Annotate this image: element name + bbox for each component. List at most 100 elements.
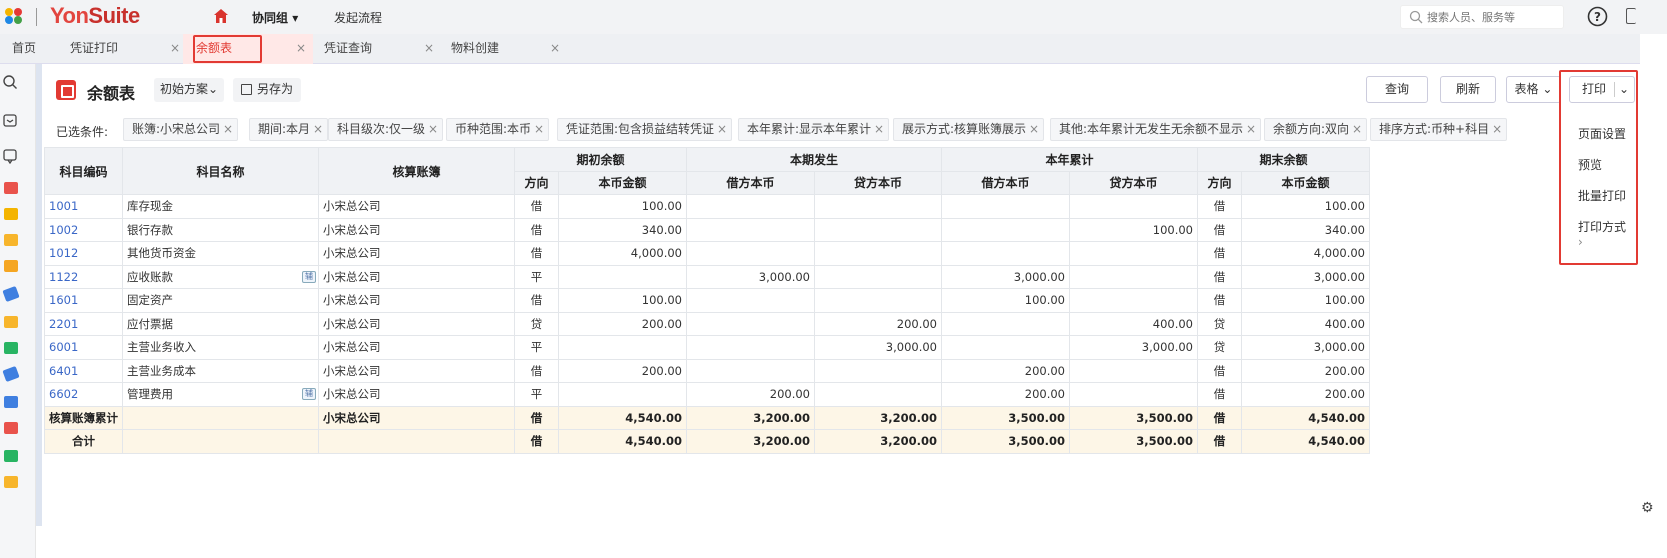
close-icon[interactable]: × [550, 34, 560, 62]
account-code-link[interactable]: 1601 [44, 288, 123, 313]
app-icon[interactable] [4, 476, 18, 488]
account-code-link[interactable]: 6602 [44, 382, 123, 407]
search-input[interactable] [1427, 8, 1557, 26]
app-icon[interactable] [4, 396, 18, 408]
filter-chip[interactable]: 余额方向:双向 × [1264, 118, 1368, 141]
account-code-link[interactable]: 1122 [44, 264, 123, 289]
cart-icon[interactable] [4, 260, 18, 272]
close-icon[interactable]: × [717, 122, 727, 136]
direction-cell: 贷 [514, 311, 559, 336]
col-header[interactable]: 核算账簿 [318, 147, 515, 195]
group-selector[interactable]: 协同组 ▾ [252, 9, 298, 26]
auxiliary-icon[interactable]: 辅 [302, 270, 316, 283]
table-row[interactable]: 1012 其他货币资金 小宋总公司借 4,000.00 借 4,000.00 [44, 241, 1370, 266]
account-code-link[interactable]: 1001 [44, 194, 123, 219]
close-icon[interactable]: × [424, 34, 434, 62]
account-code-link[interactable]: 2201 [44, 311, 123, 336]
amount-cell: 340.00 [1241, 217, 1370, 242]
brand-logo[interactable]: YonSuite [50, 3, 140, 29]
table-row[interactable]: 6001 主营业务收入 小宋总公司平 3,000.00 3,000.00 贷 3,000.0… [44, 335, 1370, 360]
app-icon[interactable] [4, 234, 18, 246]
filter-chip[interactable]: 排序方式:币种+科目 × [1370, 118, 1508, 141]
global-search[interactable] [1400, 5, 1564, 29]
settings-icon[interactable]: ⚙ [1641, 500, 1654, 516]
direction-cell: 贷 [1197, 311, 1242, 336]
home-icon[interactable] [213, 8, 229, 24]
table-row[interactable]: 6602 管理费用辅小宋总公司平 200.00 200.00 借 200.00 [44, 382, 1370, 407]
direction-cell: 借 [514, 217, 559, 242]
col-header[interactable]: 借方本币 [941, 170, 1070, 195]
view-dropdown[interactable]: 表格 ⌄ [1506, 76, 1561, 103]
filter-chip[interactable]: 本年累计:显示本年累计 × [738, 118, 890, 141]
app-icon[interactable] [4, 316, 18, 328]
filter-chip[interactable]: 账簿:小宋总公司 × [123, 118, 239, 141]
col-header[interactable]: 本币金额 [1241, 170, 1370, 195]
book-cell: 小宋总公司 [318, 217, 515, 242]
start-flow-link[interactable]: 发起流程 [334, 9, 382, 26]
table-row[interactable]: 6401 主营业务成本 小宋总公司借 200.00 200.00 借 200.00 [44, 358, 1370, 383]
table-row[interactable]: 1122 应收账款辅小宋总公司平 3,000.00 3,000.00 借 3,000.00 [44, 264, 1370, 289]
app-icon[interactable] [2, 365, 20, 383]
close-icon[interactable]: × [1492, 122, 1502, 136]
filter-chip[interactable]: 期间:本月 × [249, 118, 329, 141]
query-button[interactable]: 查询 [1366, 76, 1428, 103]
app-icon[interactable] [4, 182, 18, 194]
tab-material-create[interactable]: 物料创建 × [451, 34, 591, 64]
filter-chip[interactable]: 其他:本年累计无发生无余额不显示 × [1050, 118, 1262, 141]
filter-chip[interactable]: 凭证范围:包含损益结转凭证 × [557, 118, 733, 141]
account-code-link[interactable]: 6401 [44, 358, 123, 383]
amount-cell: 100.00 [558, 194, 687, 219]
auxiliary-icon[interactable]: 辅 [302, 388, 316, 400]
col-header[interactable]: 贷方本币 [814, 170, 942, 195]
table-row[interactable]: 1601 固定资产 小宋总公司借 100.00 100.00 借 100.00 [44, 288, 1370, 313]
tab-voucher-print[interactable]: 凭证打印 × [70, 34, 190, 64]
app-icon[interactable] [4, 422, 18, 434]
close-icon[interactable]: × [223, 122, 233, 136]
account-code-link[interactable]: 6001 [44, 335, 123, 360]
col-header[interactable]: 本币金额 [558, 170, 687, 195]
window-icon[interactable] [1626, 8, 1636, 24]
close-icon[interactable]: × [170, 34, 180, 62]
menu-print-mode[interactable]: 打印方式 › [1578, 218, 1634, 249]
message-icon[interactable] [2, 148, 18, 164]
col-header[interactable]: 科目编码 [44, 147, 123, 195]
scheme-dropdown[interactable]: 初始方案⌄ [154, 78, 225, 102]
app-icon[interactable] [4, 450, 18, 462]
chevron-down-icon: ⌄ [208, 82, 219, 96]
table-row[interactable]: 1002 银行存款 小宋总公司借 340.00 100.00 借 340.00 [44, 217, 1370, 242]
account-code-link[interactable]: 1012 [44, 241, 123, 266]
search-icon[interactable] [2, 74, 18, 90]
col-header[interactable]: 贷方本币 [1069, 170, 1198, 195]
close-icon[interactable]: × [874, 122, 884, 136]
close-icon[interactable]: × [534, 122, 544, 136]
filter-chip[interactable]: 科目级次:仅一级 × [328, 118, 444, 141]
close-icon[interactable]: × [428, 122, 438, 136]
table-row[interactable]: 1001 库存现金 小宋总公司借 100.00 借 100.00 [44, 194, 1370, 219]
menu-page-setup[interactable]: 页面设置 [1578, 125, 1626, 142]
table-row[interactable]: 2201 应付票据 小宋总公司贷 200.00 200.00 400.00 贷 400.00 [44, 311, 1370, 336]
filter-chip[interactable]: 展示方式:核算账簿展示 × [893, 118, 1045, 141]
save-as-button[interactable]: 另存为 [233, 78, 302, 102]
account-name-cell: 库存现金 [122, 194, 319, 219]
col-header[interactable]: 借方本币 [686, 170, 815, 195]
close-icon[interactable]: × [1352, 122, 1362, 136]
inbox-icon[interactable] [2, 112, 18, 128]
col-header[interactable]: 方向 [1197, 170, 1242, 195]
filter-chip[interactable]: 币种范围:本币 × [446, 118, 550, 141]
tab-home[interactable]: 首页 [12, 34, 52, 64]
col-header[interactable]: 科目名称 [122, 147, 319, 195]
menu-batch-print[interactable]: 批量打印 [1578, 187, 1626, 204]
app-icon[interactable] [4, 208, 18, 220]
account-code-link[interactable]: 1002 [44, 217, 123, 242]
menu-preview[interactable]: 预览 [1578, 156, 1602, 173]
close-icon[interactable]: × [1246, 122, 1256, 136]
app-icon[interactable] [4, 342, 18, 354]
col-header[interactable]: 方向 [514, 170, 559, 195]
refresh-button[interactable]: 刷新 [1440, 76, 1496, 103]
app-icon[interactable] [2, 285, 20, 303]
close-icon[interactable]: × [1029, 122, 1039, 136]
help-icon[interactable]: ? [1587, 6, 1608, 27]
close-icon[interactable]: × [296, 34, 306, 62]
tab-voucher-query[interactable]: 凭证查询 × [324, 34, 450, 64]
close-icon[interactable]: × [313, 122, 323, 136]
